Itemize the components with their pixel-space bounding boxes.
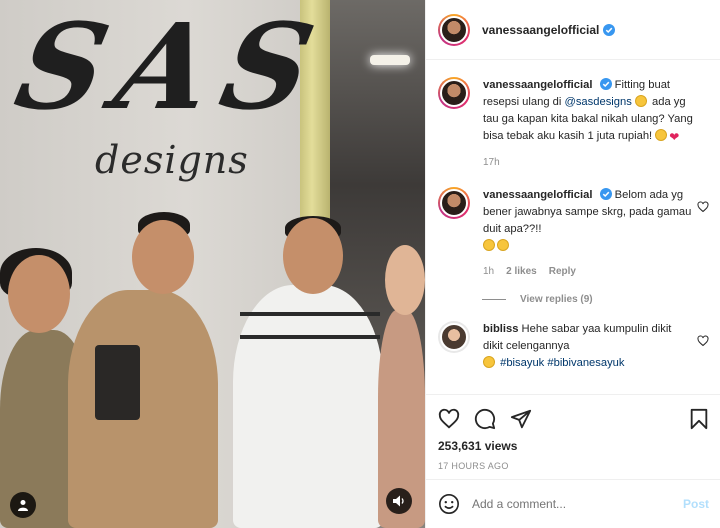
comment-username[interactable]: bibliss — [483, 323, 518, 335]
emoji-heart-eyes-icon — [655, 129, 668, 141]
verified-badge-icon — [599, 188, 612, 200]
post-header: vanessaangelofficial — [426, 0, 720, 60]
comment-username[interactable]: vanessaangelofficial — [483, 189, 592, 201]
shirt-stripe — [240, 335, 380, 339]
mute-toggle-button[interactable] — [386, 488, 412, 514]
clutch-bag — [95, 345, 140, 420]
verified-badge-icon — [599, 78, 612, 90]
author-avatar[interactable] — [438, 77, 470, 109]
comment-item: bibliss Hehe sabar yaa kumpulin dikit di… — [438, 305, 709, 372]
hashtag-links[interactable]: #bisayuk #bibivanesayuk — [500, 357, 624, 369]
emoji-smiling-icon — [634, 95, 647, 107]
author-avatar[interactable] — [438, 13, 470, 46]
emoji-picker-icon[interactable] — [438, 493, 460, 515]
add-comment-bar: Post — [426, 479, 720, 528]
mention-link[interactable]: @sasdesigns — [564, 96, 631, 108]
person-man-white-shirt — [233, 285, 383, 528]
like-comment-heart-icon[interactable] — [697, 335, 709, 347]
ceiling-light — [370, 55, 410, 65]
caption-time[interactable]: 17h — [483, 154, 500, 171]
person-head — [8, 255, 70, 333]
brand-sign-subtitle: designs — [95, 138, 249, 182]
view-replies-label: View replies (9) — [520, 294, 593, 305]
author-username[interactable]: vanessaangelofficial — [482, 23, 599, 37]
comment-input[interactable] — [472, 497, 683, 511]
reply-button[interactable]: Reply — [549, 263, 576, 280]
person-head — [283, 218, 343, 294]
heart-emoji-icon: ❤ — [669, 130, 680, 144]
comment-likes[interactable]: 2 likes — [506, 263, 537, 280]
person-man-polo — [68, 290, 218, 528]
comments-list[interactable]: vanessaangelofficial Fitting buat reseps… — [426, 61, 720, 394]
post-timestamp[interactable]: 17 HOURS AGO — [438, 461, 709, 471]
tagged-users-button[interactable] — [10, 492, 36, 518]
caption-username[interactable]: vanessaangelofficial — [483, 79, 592, 91]
speaker-icon — [393, 495, 404, 507]
emoji-grinning-icon — [483, 356, 495, 368]
share-send-icon[interactable] — [510, 408, 532, 430]
emoji-disappointed-icon — [483, 239, 495, 251]
commenter-avatar[interactable] — [438, 321, 470, 353]
commenter-avatar[interactable] — [438, 187, 470, 219]
view-count[interactable]: 253,631 views — [438, 439, 709, 453]
post-actions: 253,631 views 17 HOURS AGO — [426, 394, 720, 471]
caption: vanessaangelofficial Fitting buat reseps… — [438, 61, 709, 171]
save-bookmark-icon[interactable] — [689, 408, 709, 430]
comment-time[interactable]: 1h — [483, 263, 494, 280]
post-video[interactable]: SAS designs — [0, 0, 425, 528]
emoji-disappointed-icon — [497, 239, 509, 251]
comment-bubble-icon[interactable] — [474, 408, 496, 430]
comment-item: vanessaangelofficial Belom ada yg bener … — [438, 171, 709, 280]
shirt-stripe — [240, 312, 380, 316]
person-icon — [18, 500, 28, 511]
like-comment-heart-icon[interactable] — [697, 201, 709, 213]
person-head — [132, 220, 194, 294]
post-side-panel: vanessaangelofficial vanessaangelofficia… — [425, 0, 720, 528]
person-head — [385, 245, 425, 315]
replies-divider — [482, 299, 506, 300]
verified-badge-icon — [603, 23, 616, 36]
like-heart-icon[interactable] — [438, 408, 460, 430]
post-comment-button[interactable]: Post — [683, 497, 709, 511]
brand-sign-logo: SAS — [5, 0, 339, 136]
view-replies-button[interactable]: View replies (9) — [482, 294, 709, 305]
